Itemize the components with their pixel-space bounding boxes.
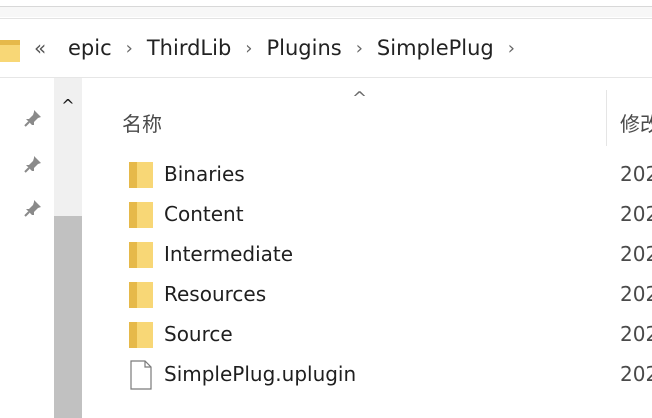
list-item[interactable]: SimplePlug.uplugin 202: [90, 356, 652, 396]
item-date: 202: [620, 282, 652, 306]
folder-icon: [129, 242, 153, 268]
pin-icon[interactable]: [23, 198, 43, 218]
list-item[interactable]: Source 202: [90, 316, 652, 356]
folder-icon: [129, 322, 153, 348]
list-item[interactable]: Intermediate 202: [90, 236, 652, 276]
list-item[interactable]: Resources 202: [90, 276, 652, 316]
item-date: 202: [620, 162, 652, 186]
item-name: Binaries: [164, 162, 245, 186]
scroll-up-button[interactable]: ^: [54, 94, 82, 118]
breadcrumb-item-epic[interactable]: epic: [68, 36, 112, 60]
folder-icon: [129, 162, 153, 188]
address-bar[interactable]: « epic › ThirdLib › Plugins › SimplePlug…: [0, 22, 652, 78]
column-date-header[interactable]: 修改: [620, 108, 652, 137]
navigation-pane: [0, 78, 54, 418]
breadcrumb-item-simpleplug[interactable]: SimplePlug: [377, 36, 494, 60]
chevron-right-icon[interactable]: ›: [245, 38, 252, 59]
item-date: 202: [620, 322, 652, 346]
folder-icon: [129, 202, 153, 228]
list-item[interactable]: Binaries 202: [90, 156, 652, 196]
pin-icon[interactable]: [23, 108, 43, 128]
file-icon: [130, 360, 152, 390]
column-divider[interactable]: [606, 90, 607, 146]
folder-icon: [0, 40, 20, 62]
file-list: Binaries 202 Content 202 Intermediate 20…: [90, 156, 652, 418]
breadcrumb-item-thirdlib[interactable]: ThirdLib: [147, 36, 231, 60]
item-date: 202: [620, 242, 652, 266]
sort-ascending-icon: ^: [352, 88, 368, 109]
chevron-right-icon[interactable]: ›: [356, 38, 363, 59]
column-header: ^ 名称 修改: [90, 78, 652, 150]
pin-icon[interactable]: [23, 154, 43, 174]
breadcrumb-overflow-button[interactable]: «: [34, 36, 46, 60]
scroll-thumb[interactable]: [54, 216, 82, 418]
item-name: Intermediate: [164, 242, 294, 266]
folder-icon: [129, 282, 153, 308]
item-name: Content: [164, 202, 244, 226]
breadcrumb-item-plugins[interactable]: Plugins: [266, 36, 341, 60]
list-item[interactable]: Content 202: [90, 196, 652, 236]
item-date: 202: [620, 362, 652, 386]
chevron-right-icon[interactable]: ›: [126, 38, 133, 59]
item-date: 202: [620, 202, 652, 226]
column-name-header[interactable]: 名称: [122, 108, 162, 137]
ribbon-edge: [0, 6, 652, 17]
item-name: Resources: [164, 282, 267, 306]
window-top-strip: [0, 0, 652, 19]
breadcrumb: epic › ThirdLib › Plugins › SimplePlug ›: [68, 36, 529, 60]
item-name: SimplePlug.uplugin: [164, 362, 357, 386]
navigation-scrollbar[interactable]: ^: [54, 78, 82, 418]
item-name: Source: [164, 322, 233, 346]
chevron-right-icon[interactable]: ›: [508, 38, 515, 59]
